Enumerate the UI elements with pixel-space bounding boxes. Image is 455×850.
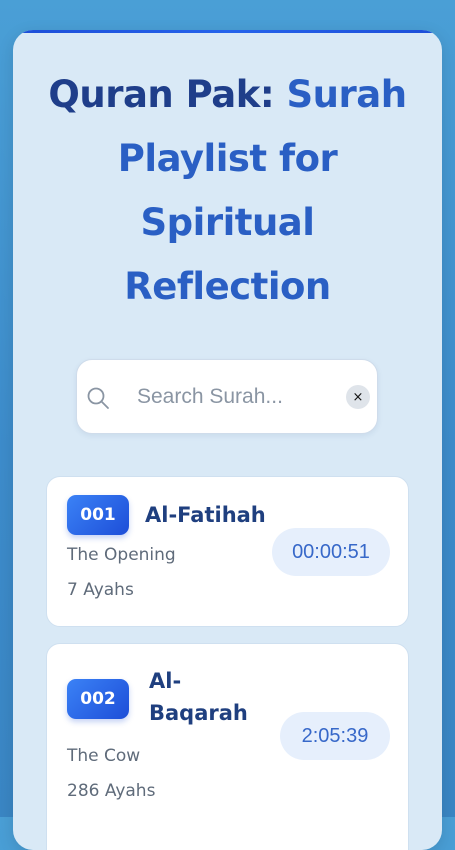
- close-icon: ×: [352, 389, 364, 405]
- search-input[interactable]: [137, 380, 337, 414]
- surah-meaning: The Cow: [67, 746, 141, 766]
- page-title: Quran Pak: Surah Playlist for Spiritual …: [13, 63, 442, 319]
- surah-number-badge: 002: [67, 679, 129, 719]
- surah-card-2[interactable]: 002 Al- Baqarah The Cow 286 Ayahs 2:05:3…: [46, 643, 409, 850]
- surah-ayah-count: 286 Ayahs: [67, 781, 156, 801]
- surah-name: Al-Fatihah: [145, 503, 266, 527]
- surah-number-badge: 001: [67, 495, 129, 535]
- playlist-card: Quran Pak: Surah Playlist for Spiritual …: [13, 30, 442, 850]
- search-icon: [87, 387, 109, 409]
- page-title-part1: Quran Pak:: [48, 73, 275, 116]
- surah-meaning: The Opening: [67, 545, 176, 565]
- surah-card-1[interactable]: 001 Al-Fatihah The Opening 7 Ayahs 00:00…: [46, 476, 409, 627]
- search-box: ×: [76, 359, 378, 434]
- card-accent-bar: [13, 30, 442, 33]
- clear-search-button[interactable]: ×: [346, 385, 370, 409]
- surah-ayah-count: 7 Ayahs: [67, 580, 134, 600]
- surah-duration: 2:05:39: [280, 712, 390, 760]
- surah-name-line1: Al-: [149, 669, 182, 693]
- surah-name-line2: Baqarah: [149, 701, 248, 725]
- surah-name: Al- Baqarah: [149, 665, 248, 729]
- surah-duration: 00:00:51: [272, 528, 390, 576]
